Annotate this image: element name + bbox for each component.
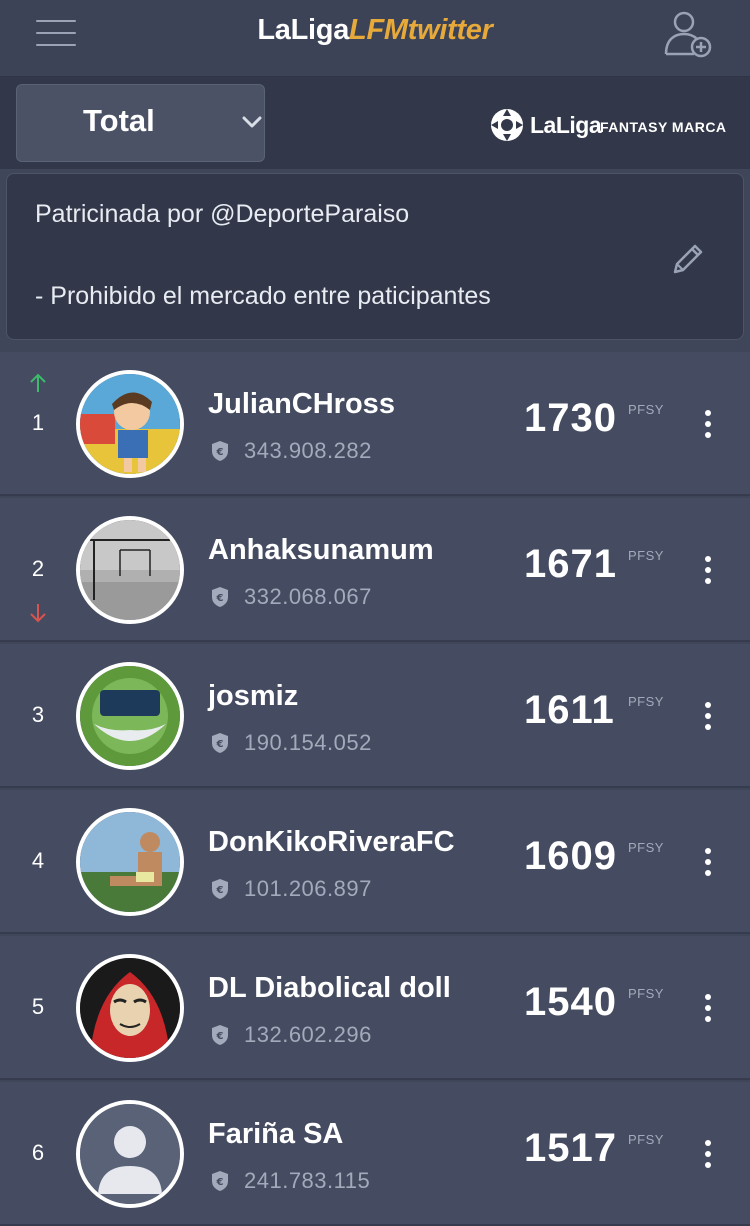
points-unit: PFSY [628,694,664,709]
more-options-icon[interactable] [696,404,720,444]
team-value-shield-icon: € [212,879,228,899]
brand-league: LFMtwitter [349,14,493,46]
team-value-shield-icon: € [212,1171,228,1191]
team-value: 101.206.897 [244,876,372,901]
team-value: 332.068.067 [244,584,372,609]
svg-text:€: € [216,739,224,750]
default-avatar-icon [80,1104,180,1204]
points: 1540 [524,980,617,1024]
team-value: 241.783.115 [244,1168,371,1193]
avatar[interactable] [76,662,184,770]
ranking-row[interactable]: 3 josmiz € 190.154.052 1611 PFSY [0,644,750,788]
team-value-shield-icon: € [212,733,228,753]
points-unit: PFSY [628,986,664,1001]
team-value: 190.154.052 [244,730,372,755]
period-dropdown[interactable]: Total [16,84,265,162]
points: 1611 [524,688,615,732]
add-user-icon[interactable] [660,6,716,62]
rank-number: 5 [31,994,45,1019]
svg-text:€: € [216,885,224,896]
ranking-row[interactable]: 6 Fariña SA € 241.783.115 1517 PFSY [0,1082,750,1226]
player-name: Anhaksunamum [208,534,434,566]
more-options-icon[interactable] [696,550,720,590]
svg-text:€: € [216,1031,224,1042]
points: 1730 [524,396,617,440]
player-name: DL Diabolical doll [208,972,451,1004]
more-options-icon[interactable] [696,696,720,736]
description-line-2: - Prohibido el mercado entre paticipante… [35,282,491,310]
more-options-icon[interactable] [696,1134,720,1174]
more-options-icon[interactable] [696,988,720,1028]
rank-number: 4 [31,848,45,873]
player-name: DonKikoRiveraFC [208,826,455,858]
points: 1671 [524,542,617,586]
period-selected: Total [83,103,155,138]
svg-text:€: € [216,593,224,604]
points-unit: PFSY [628,548,664,563]
chevron-down-icon [242,116,262,128]
points: 1609 [524,834,617,878]
rank-up-arrow-icon [30,373,46,392]
app-title: LaLigaLFMtwitter [0,14,750,47]
avatar[interactable] [76,370,184,478]
rank-number: 6 [31,1140,45,1165]
points-unit: PFSY [628,402,664,417]
points-unit: PFSY [628,1132,664,1147]
ranking-row[interactable]: 4 DonKikoRiveraFC € 101.206.897 1609 PFS… [0,790,750,934]
brand-laliga: LaLiga [257,14,350,46]
ranking-row[interactable]: 2 Anhaksunamum € 332.068.067 1671 PFSY [0,498,750,642]
team-value-shield-icon: € [212,587,228,607]
avatar[interactable] [76,808,184,916]
points-unit: PFSY [628,840,664,855]
rank-number: 3 [31,702,45,727]
rank-number: 2 [31,556,45,581]
player-name: Fariña SA [208,1118,344,1150]
rank-number: 1 [31,410,45,435]
points: 1517 [524,1126,617,1170]
top-bar: LaLigaLFMtwitter [0,0,750,77]
laliga-ball-icon [491,109,523,141]
description-line-1: Patricinada por @DeporteParaiso [35,200,410,228]
edit-pencil-icon[interactable] [667,238,709,280]
league-description: Patricinada por @DeporteParaiso - Prohib… [6,173,744,340]
rank-down-arrow-icon [30,604,46,623]
team-value-shield-icon: € [212,1025,228,1045]
ranking-row[interactable]: 1 JulianCHross € 343.908.282 1730 PFSY [0,352,750,496]
ranking-row[interactable]: 5 DL Diabolical doll € 132.602.296 1540 … [0,936,750,1080]
more-options-icon[interactable] [696,842,720,882]
svg-text:€: € [216,1177,224,1188]
player-name: JulianCHross [208,388,395,420]
team-value-shield-icon: € [212,441,228,461]
team-value: 343.908.282 [244,438,372,463]
player-name: josmiz [208,680,299,712]
team-value: 132.602.296 [244,1022,372,1047]
logo-laliga-text: LaLiga [530,112,602,138]
avatar[interactable] [76,516,184,624]
avatar[interactable] [76,954,184,1062]
avatar[interactable] [76,1100,184,1208]
logo-fantasy-text: FANTASY MARCA [600,119,727,135]
svg-text:€: € [216,447,224,458]
